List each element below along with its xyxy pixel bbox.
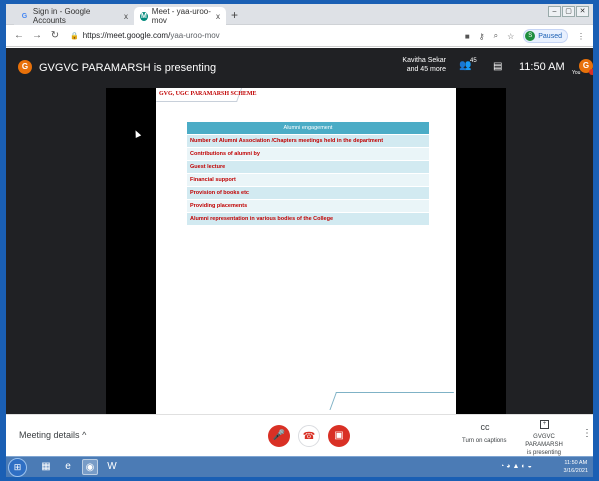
- profile-button[interactable]: S Paused: [523, 29, 568, 43]
- presenter-avatar: G: [18, 60, 32, 74]
- table-row: Contributions of alumni by: [186, 147, 430, 161]
- profile-status: Paused: [538, 32, 562, 40]
- captions-icon[interactable]: cc: [480, 422, 490, 432]
- tab-strip: G Sign in - Google Accounts x M Meet - y…: [6, 4, 593, 25]
- taskbar: ⊞ ▦ e ◉ W ◔◕▲◐◒ 11:50 AM 3/16/2021: [6, 456, 593, 477]
- mic-off-button[interactable]: 🎤: [268, 425, 290, 447]
- system-tray-icons[interactable]: ◔◕▲◐◒: [500, 463, 534, 470]
- start-button[interactable]: ⊞: [8, 458, 27, 477]
- camera-off-button[interactable]: ▣: [328, 425, 350, 447]
- table-row: Financial support: [186, 173, 430, 187]
- captions-button[interactable]: Turn on captions: [462, 438, 506, 444]
- table-row: Alumni representation in various bodies …: [186, 212, 430, 226]
- address-bar: ← → ↻ 🔒 https://meet.google.com/ yaa-uro…: [6, 25, 593, 47]
- meeting-clock: 11:50 AM: [519, 61, 565, 73]
- letterbox-left: [106, 88, 156, 414]
- window-controls: – ▢ ✕: [548, 6, 589, 17]
- close-window-icon[interactable]: ✕: [576, 6, 589, 17]
- zoom-icon[interactable]: ⌕: [494, 31, 498, 41]
- url-field[interactable]: 🔒 https://meet.google.com/ yaa-uroo-mov: [70, 31, 220, 40]
- tab-label: Sign in - Google Accounts: [32, 7, 91, 25]
- table-row: Number of Alumni Association /Chapters m…: [186, 134, 430, 148]
- new-tab-button[interactable]: +: [231, 8, 238, 22]
- reload-icon[interactable]: ↻: [50, 30, 60, 41]
- browser-window: G Sign in - Google Accounts x M Meet - y…: [6, 4, 593, 477]
- letterbox-right: [456, 88, 506, 414]
- participants-summary: Kavitha Sekar and 45 more: [394, 56, 446, 74]
- participants-more: and 45 more: [406, 66, 446, 73]
- meeting-details-button[interactable]: Meeting details ^: [19, 430, 86, 440]
- lock-icon: 🔒: [70, 32, 79, 40]
- file-explorer-icon[interactable]: ▦: [38, 459, 54, 475]
- slide-header: GVG, UGC PARAMARSH SCHEME: [159, 91, 257, 97]
- bookmark-star-icon[interactable]: ☆: [507, 32, 514, 41]
- alumni-table: Alumni engagement Number of Alumni Assoc…: [186, 121, 430, 226]
- shared-slide: GVG, UGC PARAMARSH SCHEME Alumni engagem…: [156, 88, 456, 414]
- url-host: https://meet.google.com/: [82, 31, 171, 40]
- participants-count: 45: [470, 58, 477, 64]
- presentation-stage: GVG, UGC PARAMARSH SCHEME Alumni engagem…: [6, 88, 593, 414]
- present-icon[interactable]: +: [540, 420, 549, 429]
- forward-icon[interactable]: →: [32, 30, 42, 41]
- meet-top-bar: G GVGVC PARAMARSH is presenting Kavitha …: [6, 48, 593, 88]
- maximize-icon[interactable]: ▢: [562, 6, 575, 17]
- camera-indicator-icon[interactable]: ■: [465, 32, 470, 41]
- more-options-icon[interactable]: ⋮: [582, 428, 592, 439]
- key-icon[interactable]: ⚷: [479, 32, 485, 41]
- tab-google-accounts[interactable]: G Sign in - Google Accounts x: [14, 7, 134, 25]
- taskbar-clock[interactable]: 11:50 AM 3/16/2021: [564, 459, 588, 475]
- presenting-title: GVGVC PARAMARSH is presenting: [39, 62, 217, 74]
- hang-up-button[interactable]: ☎: [298, 425, 320, 447]
- taskbar-time: 11:50 AM: [564, 460, 588, 466]
- recording-dot-icon: [589, 69, 593, 75]
- close-icon[interactable]: x: [216, 12, 220, 21]
- tab-meet[interactable]: M Meet - yaa-uroo-mov x: [134, 7, 226, 25]
- table-row: Guest lecture: [186, 160, 430, 174]
- chevron-up-icon: ^: [82, 430, 87, 440]
- meet-favicon-icon: M: [140, 11, 148, 21]
- chat-icon[interactable]: ▤: [493, 61, 502, 72]
- taskbar-date: 3/16/2021: [563, 468, 588, 474]
- slide-footer-tab: [329, 392, 454, 410]
- table-row: Provision of books etc: [186, 186, 430, 200]
- table-row: Providing placements: [186, 199, 430, 213]
- meeting-controls: Meeting details ^ 🎤 ☎ ▣ cc Turn on capti…: [6, 414, 593, 456]
- table-header: Alumni engagement: [186, 121, 430, 135]
- profile-avatar: S: [525, 31, 536, 41]
- minimize-icon[interactable]: –: [548, 6, 561, 17]
- participants-name: Kavitha Sekar: [402, 57, 446, 64]
- url-path: yaa-uroo-mov: [170, 31, 220, 40]
- menu-dots-icon[interactable]: ⋮: [577, 32, 585, 41]
- internet-explorer-icon[interactable]: e: [60, 459, 76, 475]
- tab-label: Meet - yaa-uroo-mov: [151, 7, 211, 25]
- toolbar-icons: ■ ⚷ ⌕ ☆ S Paused ⋮: [465, 29, 585, 43]
- close-icon[interactable]: x: [124, 12, 128, 21]
- you-label: You: [572, 70, 581, 76]
- meeting-details-label: Meeting details: [19, 430, 80, 440]
- back-icon[interactable]: ←: [14, 30, 24, 41]
- google-favicon-icon: G: [21, 12, 28, 20]
- word-icon[interactable]: W: [104, 459, 120, 475]
- presenter-name: GVGVC PARAMARSH: [525, 434, 563, 448]
- presenter-status[interactable]: GVGVC PARAMARSH is presenting: [518, 433, 570, 457]
- chrome-icon[interactable]: ◉: [82, 459, 98, 475]
